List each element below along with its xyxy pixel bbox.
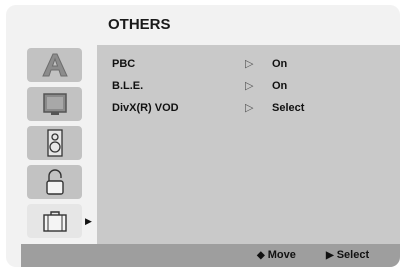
setting-row-pbc[interactable]: PBC ▷ On bbox=[112, 58, 392, 72]
setting-value: Select bbox=[272, 102, 305, 114]
letter-a-icon bbox=[41, 53, 68, 77]
category-lock[interactable] bbox=[27, 165, 82, 199]
setting-label: PBC bbox=[112, 58, 136, 70]
arrow-marker-icon: ▷ bbox=[245, 102, 254, 114]
move-hint: ◆ Move bbox=[257, 249, 296, 261]
setting-value: On bbox=[272, 80, 288, 92]
select-arrow-icon: ▶ bbox=[326, 250, 334, 261]
arrow-marker-icon: ▷ bbox=[245, 58, 254, 70]
category-others[interactable] bbox=[27, 204, 82, 238]
category-audio[interactable] bbox=[27, 126, 82, 160]
setting-row-divx-vod[interactable]: DivX(R) VOD ▷ Select bbox=[112, 102, 392, 116]
select-label: Select bbox=[336, 249, 370, 261]
osd-menu-window: OTHERS ▶ PBC ▷ On B.L.E. ▷ On DivX(R) VO… bbox=[6, 5, 400, 267]
settings-panel: PBC ▷ On B.L.E. ▷ On DivX(R) VOD ▷ Selec… bbox=[97, 45, 400, 244]
setting-label: DivX(R) VOD bbox=[112, 102, 179, 114]
arrow-marker-icon: ▷ bbox=[245, 80, 254, 92]
move-label: Move bbox=[267, 249, 296, 261]
category-display[interactable] bbox=[27, 87, 82, 121]
category-language[interactable] bbox=[27, 48, 82, 82]
briefcase-icon bbox=[42, 211, 67, 232]
category-sidebar: ▶ bbox=[21, 45, 97, 244]
move-arrows-icon: ◆ bbox=[257, 250, 265, 261]
selected-pointer-icon: ▶ bbox=[85, 216, 92, 226]
setting-row-ble[interactable]: B.L.E. ▷ On bbox=[112, 80, 392, 94]
help-bar: ◆ Move ▶ Select bbox=[21, 244, 400, 267]
speaker-icon bbox=[46, 129, 63, 157]
lock-icon bbox=[45, 169, 64, 195]
setting-value: On bbox=[272, 58, 288, 70]
setting-label: B.L.E. bbox=[112, 80, 144, 92]
select-hint: ▶ Select bbox=[326, 249, 369, 261]
tv-icon bbox=[42, 93, 67, 115]
menu-title: OTHERS bbox=[108, 16, 171, 33]
